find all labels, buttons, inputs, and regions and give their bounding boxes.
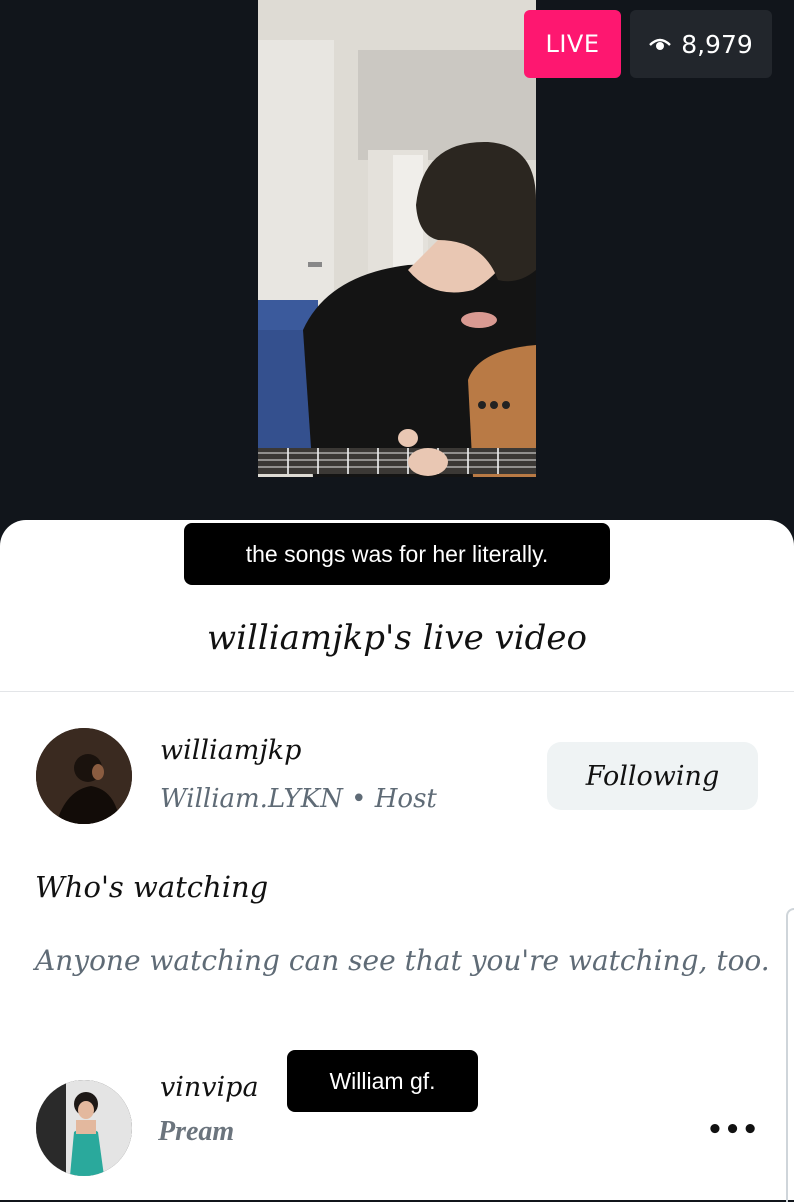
viewer-tag-overlay: William gf. xyxy=(287,1050,478,1112)
video-frame-illustration xyxy=(258,0,536,477)
more-options-icon[interactable]: ••• xyxy=(707,1110,759,1150)
host-avatar-image xyxy=(36,728,132,824)
viewer-count: 8,979 xyxy=(681,29,753,59)
viewer-subtitle: Pream xyxy=(158,1116,235,1147)
live-info-sheet: the songs was for her literally. william… xyxy=(0,520,794,1202)
viewer-username[interactable]: vinvipa xyxy=(160,1072,259,1103)
whos-watching-heading: Who's watching xyxy=(35,870,269,904)
scroll-edge xyxy=(786,908,794,1202)
divider xyxy=(0,691,794,692)
host-username[interactable]: williamjkp xyxy=(160,735,301,766)
live-badge: LIVE xyxy=(524,10,621,78)
live-video-area[interactable]: LIVE 8,979 xyxy=(0,0,794,540)
whos-watching-description: Anyone watching can see that you're watc… xyxy=(35,944,770,977)
viewer-avatar-image xyxy=(36,1080,132,1176)
sheet-title: williamjkp's live video xyxy=(207,618,587,658)
host-subtitle: William.LYKN • Host xyxy=(160,784,437,814)
live-video-stream[interactable] xyxy=(258,0,536,477)
following-button[interactable]: Following xyxy=(547,742,758,810)
host-avatar[interactable] xyxy=(36,728,132,824)
viewer-avatar[interactable] xyxy=(36,1080,132,1176)
caption-overlay: the songs was for her literally. xyxy=(184,523,610,585)
eye-icon xyxy=(649,38,672,50)
viewer-count-badge: 8,979 xyxy=(630,10,772,78)
